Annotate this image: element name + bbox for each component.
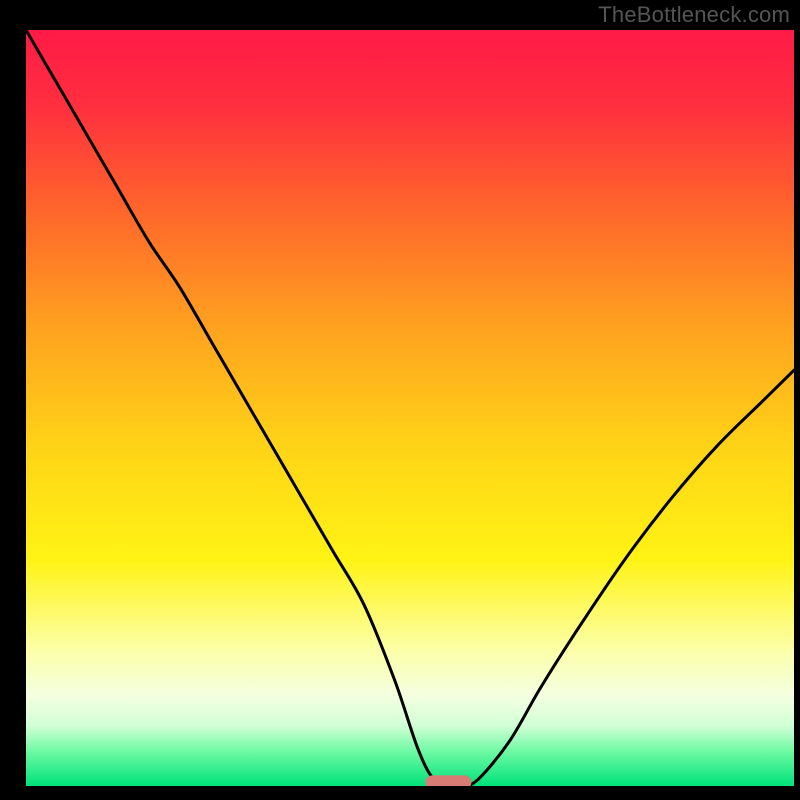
bottleneck-chart xyxy=(0,0,800,800)
gradient-background xyxy=(26,30,794,786)
chart-frame: TheBottleneck.com xyxy=(0,0,800,800)
watermark-text: TheBottleneck.com xyxy=(598,2,790,28)
